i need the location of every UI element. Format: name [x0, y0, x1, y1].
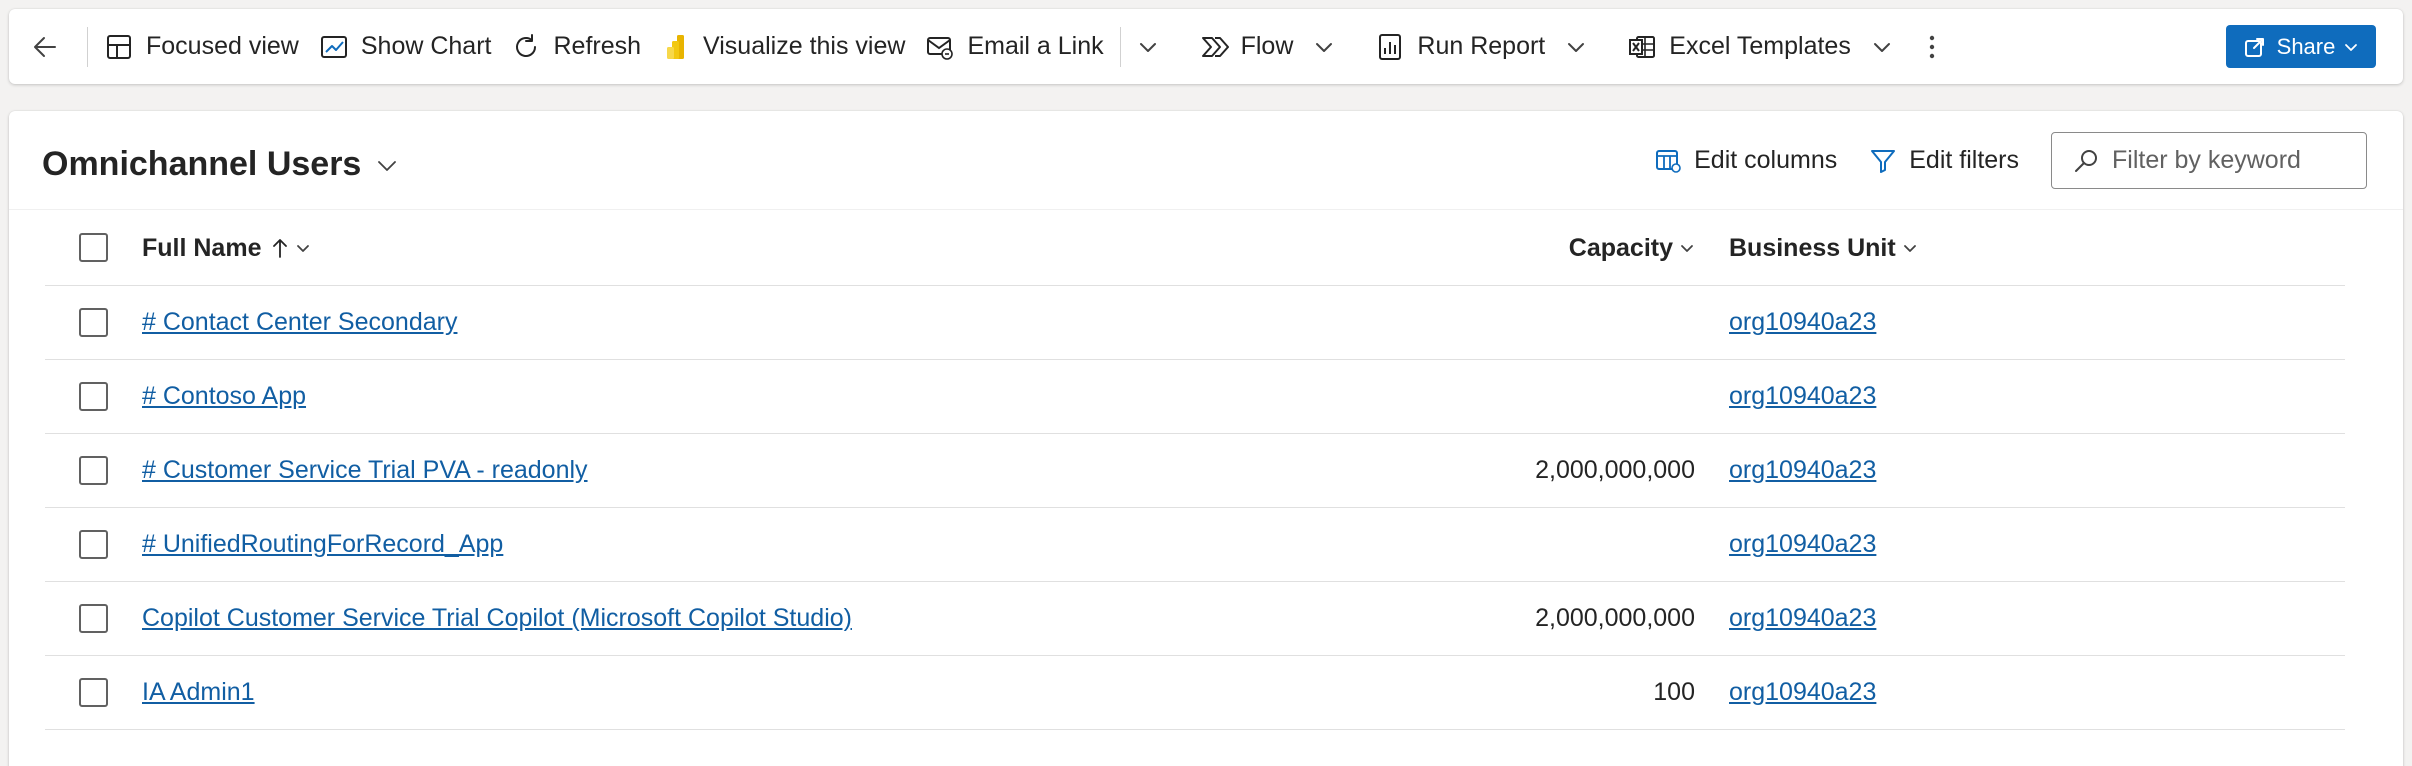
chevron-down-icon: [1139, 42, 1156, 52]
share-icon: [2244, 37, 2264, 57]
share-label: Share: [2276, 33, 2336, 59]
run-report-label: Run Report: [1417, 32, 1546, 60]
share-button[interactable]: Share: [2226, 25, 2376, 68]
email-link-label: Email a Link: [967, 32, 1104, 60]
chevron-down-icon: [297, 245, 310, 252]
run-report-button[interactable]: Run Report: [1365, 19, 1555, 75]
chart-icon: [320, 35, 347, 58]
focused-view-button[interactable]: Focused view: [94, 19, 309, 75]
business-unit-link[interactable]: org10940a23: [1729, 456, 1876, 485]
capacity-value: 2,000,000,000: [1535, 456, 1695, 484]
edit-filters-label: Edit filters: [1909, 146, 2019, 174]
column-header-business-unit[interactable]: Business Unit: [1729, 211, 1918, 285]
business-unit-link[interactable]: org10940a23: [1729, 308, 1876, 337]
chevron-down-icon: [1873, 42, 1890, 52]
full-name-link[interactable]: # Contoso App: [142, 382, 306, 411]
row-checkbox[interactable]: [79, 529, 108, 559]
refresh-label: Refresh: [553, 32, 642, 60]
chevron-down-icon: [1903, 245, 1916, 252]
edit-columns-button[interactable]: Edit columns: [1654, 146, 1837, 175]
sort-ascending-icon: [273, 239, 288, 258]
column-header-full-name[interactable]: Full Name: [142, 211, 311, 285]
capacity-value: 100: [1653, 678, 1695, 706]
focused-view-label: Focused view: [146, 32, 299, 60]
layout-icon: [107, 34, 131, 59]
excel-icon: [1629, 35, 1656, 58]
flow-dropdown[interactable]: [1303, 19, 1345, 75]
row-checkbox[interactable]: [79, 455, 108, 485]
power-bi-icon: [667, 34, 685, 59]
filter-by-keyword-box[interactable]: [2051, 132, 2367, 189]
refresh-icon: [516, 33, 537, 57]
excel-templates-button[interactable]: Excel Templates: [1617, 19, 1861, 75]
full-name-link[interactable]: Copilot Customer Service Trial Copilot (…: [142, 604, 852, 633]
business-unit-link[interactable]: org10940a23: [1729, 604, 1876, 633]
email-link-icon: [927, 36, 954, 60]
table-row: IA Admin1 100 org10940a23: [45, 656, 2345, 730]
search-icon: [2075, 149, 2097, 172]
view-selector[interactable]: Omnichannel Users: [42, 145, 399, 184]
more-vertical-icon: [1929, 35, 1935, 58]
more-options-button[interactable]: [1907, 19, 1957, 75]
full-name-link[interactable]: # Contact Center Secondary: [142, 308, 457, 337]
capacity-value: 2,000,000,000: [1535, 604, 1695, 632]
flow-label: Flow: [1240, 32, 1294, 60]
table-row: # Customer Service Trial PVA - readonly …: [45, 434, 2345, 508]
edit-columns-label: Edit columns: [1694, 146, 1838, 174]
visualize-view-label: Visualize this view: [703, 32, 906, 60]
grid-header-row: Full Name Capacity Business Unit: [45, 211, 2345, 286]
grid-tools: Edit columns Edit filters: [1654, 132, 2367, 189]
row-checkbox[interactable]: [79, 677, 108, 707]
separator: [87, 26, 88, 67]
chevron-down-icon: [1568, 42, 1585, 52]
row-checkbox[interactable]: [79, 307, 108, 337]
full-name-link[interactable]: # UnifiedRoutingForRecord_App: [142, 530, 503, 559]
filter-by-keyword-input[interactable]: [2112, 146, 2342, 175]
table-row: # UnifiedRoutingForRecord_App org10940a2…: [45, 508, 2345, 582]
header-divider: [9, 209, 2403, 210]
select-all-checkbox[interactable]: [79, 233, 108, 262]
table-row: # Contoso App org10940a23: [45, 360, 2345, 434]
flow-icon: [1201, 36, 1229, 57]
run-report-dropdown[interactable]: [1555, 19, 1597, 75]
excel-templates-label: Excel Templates: [1669, 32, 1851, 60]
row-checkbox[interactable]: [79, 603, 108, 633]
business-unit-link[interactable]: org10940a23: [1729, 382, 1876, 411]
arrow-left-icon: [34, 36, 56, 57]
excel-templates-dropdown[interactable]: [1861, 19, 1903, 75]
back-button[interactable]: [9, 19, 81, 75]
flow-button[interactable]: Flow: [1189, 19, 1304, 75]
capacity-header-label: Capacity: [1568, 233, 1673, 262]
page-title: Omnichannel Users: [42, 145, 362, 183]
view-panel: Omnichannel Users Edit columns Edit filt…: [9, 111, 2403, 766]
more-commands-dropdown[interactable]: [1127, 19, 1169, 75]
records-grid: Full Name Capacity Business Unit # Conta…: [45, 211, 2345, 730]
chevron-down-icon: [1681, 245, 1693, 252]
visualize-view-button[interactable]: Visualize this view: [651, 19, 915, 75]
chevron-down-icon: [2345, 43, 2358, 51]
columns-icon: [1656, 149, 1681, 173]
business-unit-link[interactable]: org10940a23: [1729, 530, 1876, 559]
table-row: # Contact Center Secondary org10940a23: [45, 286, 2345, 360]
full-name-link[interactable]: IA Admin1: [142, 678, 255, 707]
full-name-header-label: Full Name: [142, 233, 262, 262]
filter-icon: [1871, 149, 1896, 173]
table-row: Copilot Customer Service Trial Copilot (…: [45, 582, 2345, 656]
report-icon: [1379, 33, 1402, 60]
full-name-link[interactable]: # Customer Service Trial PVA - readonly: [142, 456, 588, 485]
separator: [1119, 26, 1121, 67]
email-link-button[interactable]: Email a Link: [915, 19, 1113, 75]
business-unit-link[interactable]: org10940a23: [1729, 678, 1876, 707]
show-chart-button[interactable]: Show Chart: [309, 19, 502, 75]
refresh-button[interactable]: Refresh: [501, 19, 651, 75]
chevron-down-icon: [1316, 42, 1333, 52]
business-unit-header-label: Business Unit: [1729, 233, 1896, 262]
column-header-capacity[interactable]: Capacity: [1569, 211, 1695, 285]
command-bar: Focused view Show Chart Refresh Visualiz…: [9, 9, 2403, 84]
row-checkbox[interactable]: [79, 381, 108, 411]
edit-filters-button[interactable]: Edit filters: [1869, 146, 2019, 175]
show-chart-label: Show Chart: [360, 32, 492, 60]
chevron-down-icon: [378, 160, 397, 171]
